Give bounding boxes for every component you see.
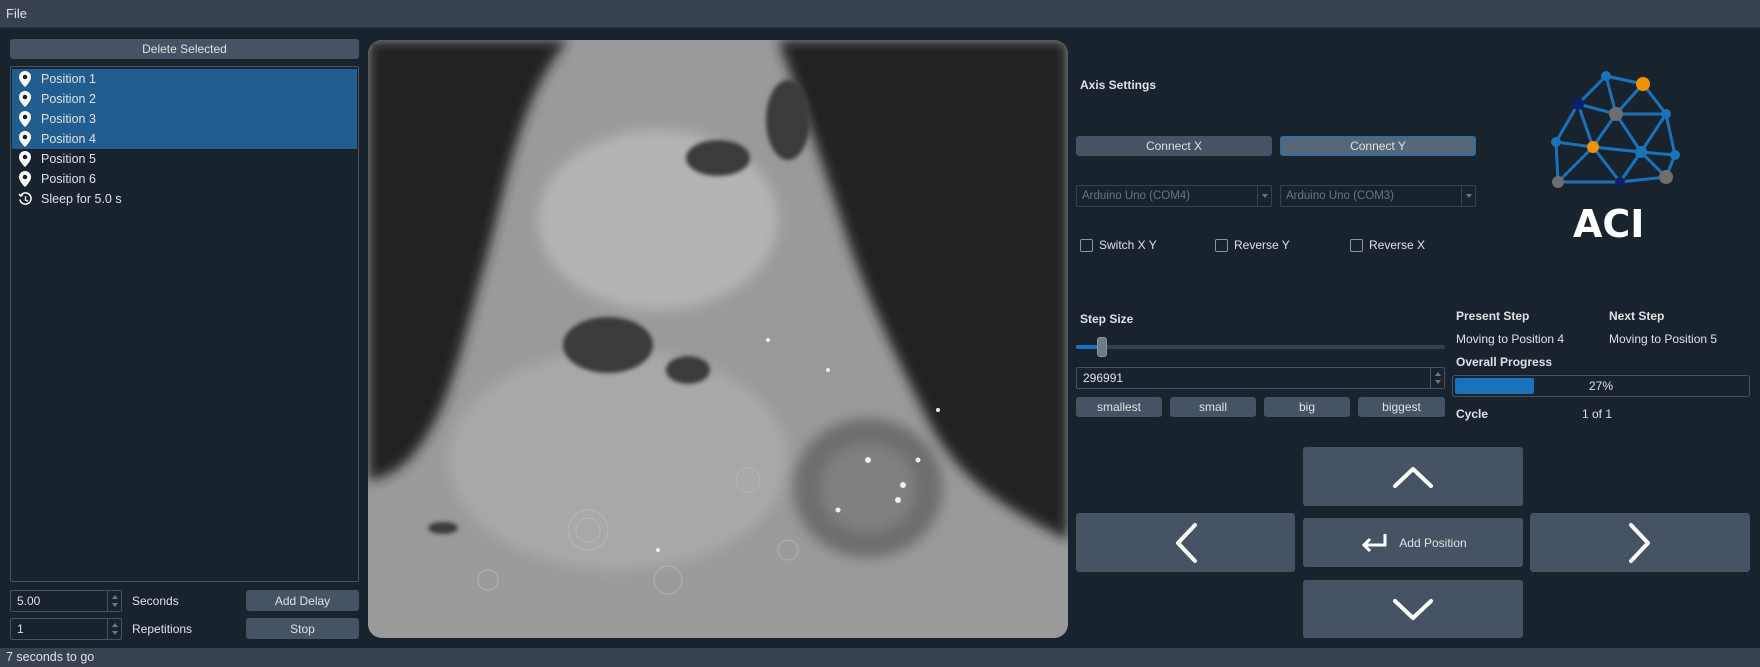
- checkbox-box[interactable]: [1350, 238, 1363, 252]
- overall-progress-label: Overall Progress: [1456, 355, 1553, 369]
- reverse-x-label: Reverse X: [1369, 238, 1426, 252]
- reverse-x-checkbox[interactable]: Reverse X: [1350, 238, 1425, 252]
- chevron-down-icon: [1257, 186, 1271, 206]
- chevron-down-icon: [1393, 599, 1433, 620]
- sequence-list[interactable]: Position 1 Position 2 Position 3 Position 4…: [10, 66, 359, 582]
- list-item-label: Position 6: [41, 172, 96, 186]
- step-size-input[interactable]: 296991: [1076, 367, 1445, 389]
- move-up-button[interactable]: [1303, 447, 1523, 506]
- cycle-value: 1 of 1: [1582, 407, 1613, 421]
- list-item[interactable]: Position 2: [12, 89, 357, 109]
- small-button[interactable]: small: [1170, 397, 1256, 417]
- camera-feed: [368, 40, 1068, 638]
- move-down-button[interactable]: [1303, 580, 1523, 638]
- location-pin-icon: [17, 170, 33, 188]
- cycle-label: Cycle: [1456, 407, 1489, 421]
- repetitions-label: Repetitions: [132, 622, 193, 636]
- menu-file[interactable]: File: [6, 6, 27, 21]
- next-step-value: Moving to Position 5: [1609, 332, 1718, 346]
- reverse-y-checbox[interactable]: Reverse Y: [1215, 238, 1290, 252]
- switch-xy-label: Switch X Y: [1099, 238, 1157, 252]
- list-item[interactable]: Position 4: [12, 129, 357, 149]
- list-item[interactable]: Position 5: [12, 149, 357, 169]
- aci-logo: ACI: [1548, 62, 1688, 252]
- seconds-label: Seconds: [132, 594, 179, 608]
- biggest-button[interactable]: biggest: [1358, 397, 1445, 417]
- chevron-right-icon: [1629, 522, 1650, 563]
- network-logo-icon: [1551, 71, 1680, 188]
- step-size-slider[interactable]: [1076, 345, 1445, 349]
- seconds-value: 5.00: [17, 594, 41, 608]
- add-position-button[interactable]: Add Position: [1303, 518, 1523, 567]
- location-pin-icon: [17, 110, 33, 128]
- logo-text: ACI: [1573, 202, 1645, 246]
- move-left-button[interactable]: [1076, 513, 1295, 572]
- history-clock-icon: [17, 190, 33, 208]
- checkbox-box[interactable]: [1080, 238, 1093, 252]
- list-item-label: Position 4: [41, 132, 96, 146]
- chevron-left-icon: [1175, 522, 1197, 563]
- reverse-y-label: Reverse Y: [1234, 238, 1290, 252]
- port-select-y-value: Arduino Uno (COM3): [1286, 190, 1395, 202]
- location-pin-icon: [17, 70, 33, 88]
- step-spin-arrows[interactable]: [1430, 368, 1444, 388]
- seconds-input[interactable]: 5.00: [10, 590, 122, 612]
- status-text: 7 seconds to go: [6, 650, 95, 664]
- port-select-x[interactable]: Arduino Uno (COM4): [1076, 185, 1272, 207]
- seconds-spin-arrows[interactable]: [107, 591, 121, 611]
- step-size-value: 296991: [1083, 371, 1124, 385]
- repetitions-value: 1: [17, 622, 24, 636]
- add-position-label: Add Position: [1399, 535, 1467, 550]
- progress-text: 27%: [1588, 379, 1614, 393]
- list-item[interactable]: Position 6: [12, 169, 357, 189]
- status-bar: 7 seconds to go: [0, 648, 1760, 667]
- connect-y-button[interactable]: Connect Y: [1280, 136, 1476, 156]
- big-button[interactable]: big: [1264, 397, 1350, 417]
- next-step-label: Next Step: [1609, 309, 1665, 323]
- list-item-label: Position 1: [41, 72, 96, 86]
- chevron-down-icon: [1461, 186, 1475, 206]
- list-item[interactable]: Position 3: [12, 109, 357, 129]
- delete-selected-button[interactable]: Delete Selected: [10, 39, 359, 59]
- present-step-label: Present Step: [1456, 309, 1530, 323]
- switch-xy-checkbox[interactable]: Switch X Y: [1080, 238, 1157, 252]
- chevron-up-icon: [1393, 466, 1433, 488]
- move-right-button[interactable]: [1530, 513, 1750, 572]
- axis-settings-title: Axis Settings: [1080, 78, 1157, 92]
- enter-return-icon: [1362, 533, 1387, 552]
- stop-button[interactable]: Stop: [246, 618, 359, 639]
- port-select-x-value: Arduino Uno (COM4): [1082, 190, 1191, 202]
- location-pin-icon: [17, 130, 33, 148]
- add-delay-button[interactable]: Add Delay: [246, 590, 359, 611]
- connect-x-button[interactable]: Connect X: [1076, 136, 1272, 156]
- menu-bar: File: [0, 0, 1760, 28]
- list-item-label: Position 3: [41, 112, 96, 126]
- list-item[interactable]: Sleep for 5.0 s: [12, 189, 357, 209]
- step-size-title: Step Size: [1080, 312, 1134, 326]
- list-item-label: Sleep for 5.0 s: [41, 192, 122, 206]
- list-item-label: Position 2: [41, 92, 96, 106]
- list-item[interactable]: Position 1: [12, 69, 357, 89]
- list-item-label: Position 5: [41, 152, 96, 166]
- smallest-button[interactable]: smallest: [1076, 397, 1162, 417]
- port-select-y[interactable]: Arduino Uno (COM3): [1280, 185, 1476, 207]
- slider-handle[interactable]: [1097, 337, 1107, 357]
- repetitions-input[interactable]: 1: [10, 618, 122, 640]
- checkbox-box[interactable]: [1215, 238, 1228, 252]
- present-step-value: Moving to Position 4: [1456, 332, 1565, 346]
- overall-progress-bar: 27%: [1452, 375, 1750, 397]
- repetitions-spin-arrows[interactable]: [107, 619, 121, 639]
- location-pin-icon: [17, 150, 33, 168]
- location-pin-icon: [17, 90, 33, 108]
- microscope-image: [368, 40, 1068, 638]
